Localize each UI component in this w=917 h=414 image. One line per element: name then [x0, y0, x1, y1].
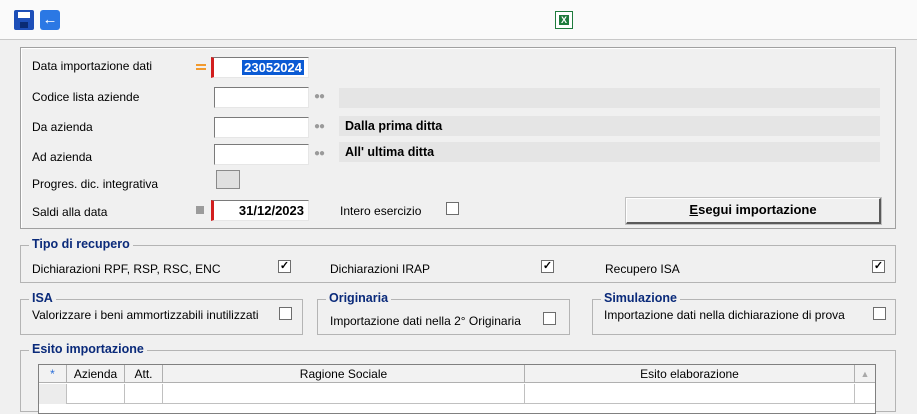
- ad-azienda-field[interactable]: [214, 144, 309, 165]
- dichiarazioni-irap-label: Dichiarazioni IRAP: [330, 262, 431, 276]
- grid-header: * Azienda Att. Ragione Sociale Esito ela…: [39, 365, 875, 383]
- data-importazione-label: Data importazione dati: [32, 59, 153, 73]
- row-azienda[interactable]: [67, 384, 125, 404]
- esito-title: Esito importazione: [29, 342, 147, 356]
- esegui-importazione-button[interactable]: Esegui importazione: [626, 198, 881, 224]
- grid-col-selector[interactable]: *: [39, 365, 67, 383]
- intero-esercizio-checkbox[interactable]: [446, 202, 459, 215]
- table-row[interactable]: [39, 384, 875, 404]
- required-flag-icon: [196, 64, 206, 70]
- esito-grid: * Azienda Att. Ragione Sociale Esito ela…: [38, 364, 876, 414]
- codice-lista-description: [339, 88, 880, 108]
- scroll-up-arrow-icon[interactable]: ▲: [855, 365, 875, 383]
- esegui-button-mnemonic: E: [689, 202, 699, 217]
- row-esito-elaborazione[interactable]: [525, 384, 855, 404]
- data-importazione-field[interactable]: 23052024: [211, 57, 309, 78]
- calendar-icon[interactable]: [196, 206, 204, 214]
- row-selector[interactable]: [39, 384, 67, 404]
- codice-lista-label: Codice lista aziende: [32, 90, 140, 104]
- progres-label: Progres. dic. integrativa: [32, 177, 159, 191]
- dichiarazioni-irap-checkbox[interactable]: ✓: [541, 260, 554, 273]
- row-att[interactable]: [125, 384, 163, 404]
- back-arrow-icon[interactable]: ←: [40, 10, 60, 30]
- grid-col-esito-elaborazione[interactable]: Esito elaborazione: [525, 365, 855, 383]
- grid-col-azienda[interactable]: Azienda: [67, 365, 125, 383]
- simulazione-checkbox[interactable]: [873, 307, 886, 320]
- recupero-isa-checkbox[interactable]: ✓: [872, 260, 885, 273]
- originaria-label: Importazione dati nella 2° Originaria: [330, 314, 521, 328]
- saldi-label: Saldi alla data: [32, 205, 108, 219]
- simulazione-label: Importazione dati nella dichiarazione di…: [604, 308, 845, 322]
- codice-lista-field[interactable]: [214, 87, 309, 108]
- originaria-title: Originaria: [326, 291, 392, 305]
- data-importazione-value: 23052024: [242, 60, 304, 75]
- row-ragione-sociale[interactable]: [163, 384, 525, 404]
- toolbar: ← X: [0, 0, 917, 40]
- originaria-checkbox[interactable]: [543, 312, 556, 325]
- da-azienda-field[interactable]: [214, 117, 309, 138]
- da-azienda-label: Da azienda: [32, 120, 93, 134]
- dichiarazioni-rpf-checkbox[interactable]: ✓: [278, 260, 291, 273]
- grid-col-att[interactable]: Att.: [125, 365, 163, 383]
- isa-checkbox[interactable]: [279, 307, 292, 320]
- dichiarazioni-rpf-label: Dichiarazioni RPF, RSP, RSC, ENC: [32, 262, 221, 276]
- intero-esercizio-label: Intero esercizio: [340, 204, 422, 218]
- tipo-recupero-title: Tipo di recupero: [29, 237, 133, 251]
- binoculars-lookup-icon[interactable]: ●●: [314, 121, 325, 132]
- grid-col-ragione-sociale[interactable]: Ragione Sociale: [163, 365, 525, 383]
- simulazione-title: Simulazione: [601, 291, 680, 305]
- esegui-button-label: segui importazione: [698, 202, 817, 217]
- ad-azienda-label: Ad azienda: [32, 150, 93, 164]
- isa-label: Valorizzare i beni ammortizzabili inutil…: [32, 308, 259, 322]
- isa-title: ISA: [29, 291, 56, 305]
- saldi-field[interactable]: 31/12/2023: [211, 200, 309, 221]
- binoculars-lookup-icon[interactable]: ●●: [314, 148, 325, 159]
- progres-field[interactable]: [216, 170, 240, 189]
- recupero-isa-label: Recupero ISA: [605, 262, 680, 276]
- binoculars-lookup-icon[interactable]: ●●: [314, 91, 325, 102]
- da-azienda-description: Dalla prima ditta: [339, 116, 880, 136]
- excel-export-icon[interactable]: X: [555, 11, 573, 29]
- ad-azienda-description: All' ultima ditta: [339, 142, 880, 162]
- save-icon[interactable]: [14, 10, 34, 30]
